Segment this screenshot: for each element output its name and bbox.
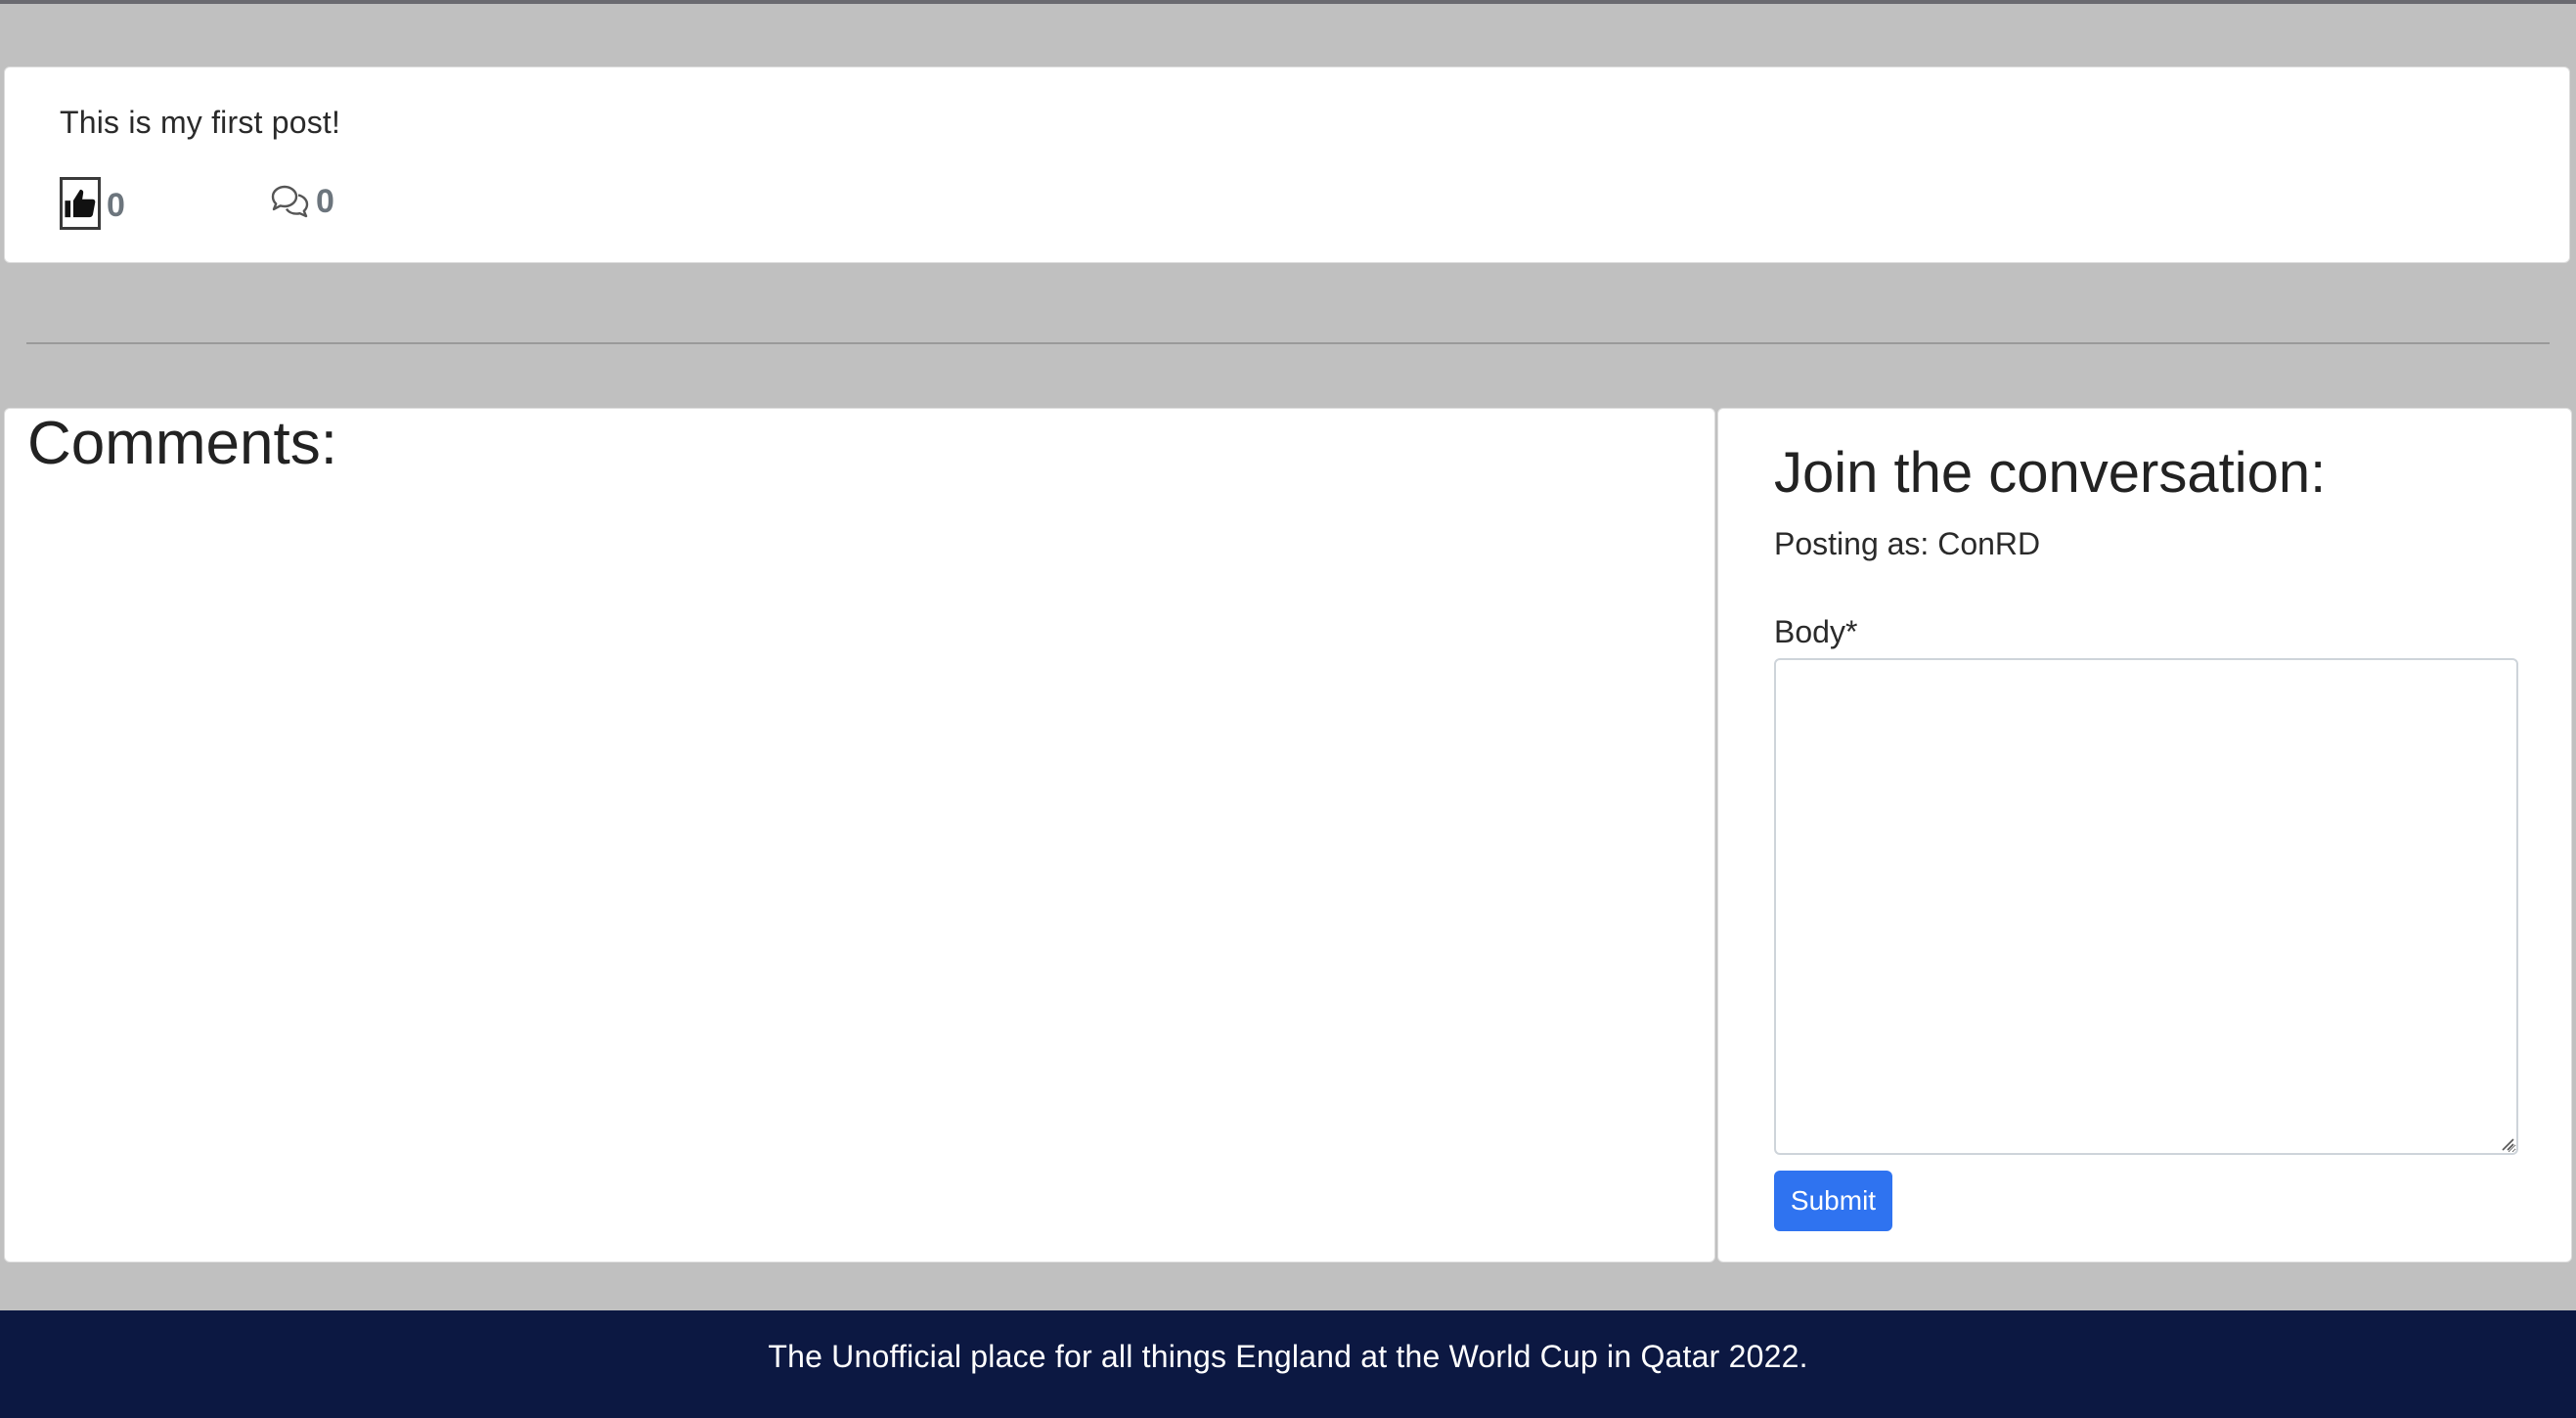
footer-text: The Unofficial place for all things Engl… [768, 1338, 1808, 1374]
like-button[interactable] [60, 177, 101, 230]
form-heading: Join the conversation: [1774, 441, 2327, 505]
posting-as-text: Posting as: ConRD [1774, 526, 2041, 561]
submit-button[interactable]: Submit [1774, 1171, 1892, 1231]
footer: The Unofficial place for all things Engl… [0, 1310, 2576, 1418]
post-card: This is my first post! 0 0 [4, 66, 2570, 263]
body-label: Body* [1774, 614, 1858, 649]
comments-panel: Comments: [4, 408, 1715, 1263]
section-divider [26, 342, 2550, 344]
window-top-edge [0, 0, 2576, 4]
thumbs-up-icon [65, 189, 96, 218]
like-count: 0 [107, 187, 125, 224]
resize-grip-icon[interactable] [2501, 1137, 2514, 1151]
comment-form-panel: Join the conversation: Posting as: ConRD… [1717, 408, 2572, 1263]
post-body-text: This is my first post! [60, 105, 341, 140]
comment-count: 0 [316, 183, 334, 220]
body-textarea[interactable] [1774, 658, 2518, 1155]
chat-bubbles-icon [271, 185, 309, 218]
comments-heading: Comments: [27, 410, 337, 477]
